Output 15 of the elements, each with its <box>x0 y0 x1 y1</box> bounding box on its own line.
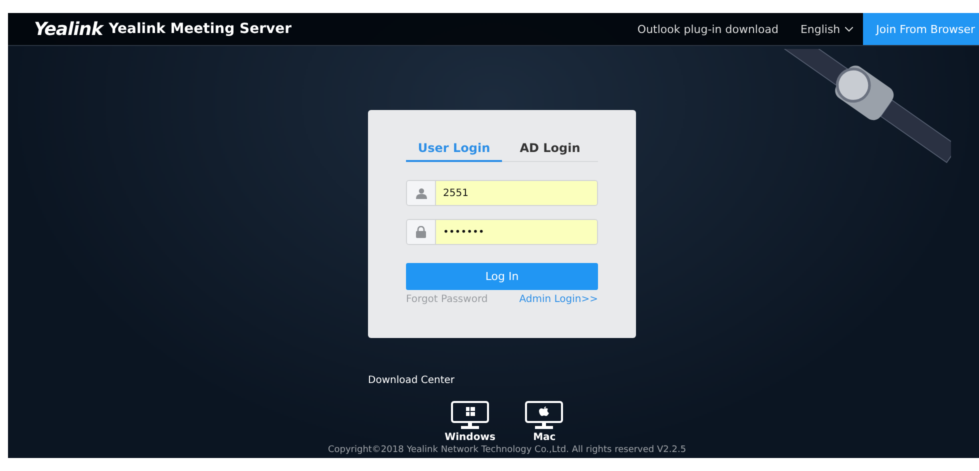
person-icon <box>416 188 426 198</box>
logo: Yealink <box>34 18 103 40</box>
outlook-plugin-link[interactable]: Outlook plug-in download <box>637 22 778 36</box>
monitor-windows-icon <box>450 401 489 429</box>
monitor-apple-icon <box>525 401 564 429</box>
copyright-text: Copyright©2018 Yealink Network Technology Co.,Ltd. All rights reserved V2.2.5 <box>326 445 686 455</box>
site-title: Yealink Meeting Server <box>108 21 292 37</box>
username-field[interactable]: 2551 <box>406 180 598 206</box>
login-tab[interactable]: AD Login <box>502 135 598 162</box>
windows-download-button[interactable]: Windows <box>444 401 496 443</box>
download-center-title: Download Center <box>368 375 455 386</box>
language-dropdown[interactable]: English <box>800 22 854 36</box>
password-field[interactable]: ••••••• <box>406 219 598 245</box>
mac-download-button[interactable]: Mac <box>525 401 564 443</box>
lock-icon <box>416 226 426 238</box>
